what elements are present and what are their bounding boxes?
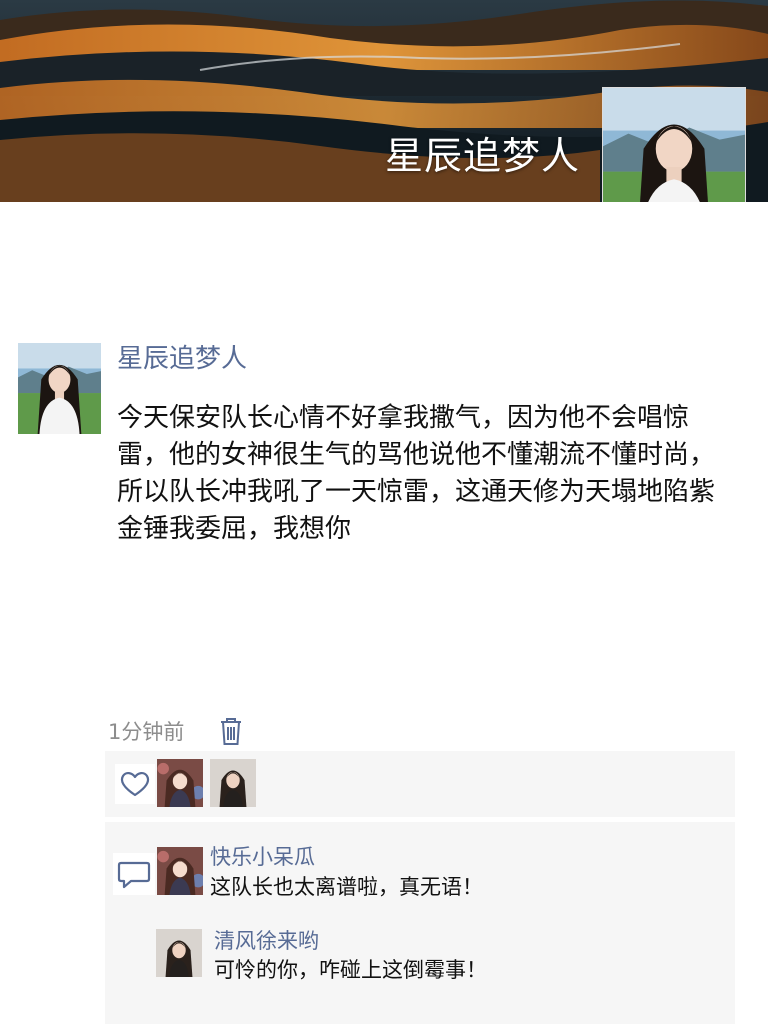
comment-author-avatar[interactable] [157, 847, 203, 895]
like-avatar[interactable] [157, 759, 203, 807]
comment-author-avatar-image [156, 929, 202, 977]
comment-author-avatar-image [157, 847, 203, 895]
comment-icon[interactable] [113, 853, 155, 895]
post-content: 今天保安队长心情不好拿我撒气，因为他不会唱惊雷，他的女神很生气的骂他说他不懂潮流… [117, 403, 716, 544]
likes-panel [105, 751, 735, 817]
post-author-name[interactable]: 星辰追梦人 [117, 340, 247, 378]
profile-avatar[interactable] [602, 87, 746, 202]
post-author-avatar[interactable] [18, 343, 101, 434]
comments-panel: 快乐小呆瓜 这队长也太离谱啦，真无语！ 清风徐来哟 可怜的你，咋碰上这倒霉事！ [105, 822, 735, 1024]
like-avatar-image [210, 759, 256, 807]
post-author-avatar-image [18, 343, 101, 434]
comment-text: 可怜的你，咋碰上这倒霉事！ [214, 958, 487, 982]
comment-author-name[interactable]: 清风徐来哟 [214, 927, 319, 955]
comment-author-name[interactable]: 快乐小呆瓜 [210, 843, 315, 871]
trash-icon[interactable] [218, 716, 244, 746]
heart-icon[interactable] [115, 764, 155, 804]
post-timestamp: 1分钟前 [108, 720, 185, 744]
profile-avatar-image [603, 88, 745, 202]
like-avatar[interactable] [210, 759, 256, 807]
comment-author-avatar[interactable] [156, 929, 202, 977]
cover-banner[interactable]: 星辰追梦人 [0, 0, 768, 202]
comment-text: 这队长也太离谱啦，真无语！ [210, 875, 483, 899]
like-avatar-image [157, 759, 203, 807]
cover-display-name: 星辰追梦人 [384, 134, 580, 178]
